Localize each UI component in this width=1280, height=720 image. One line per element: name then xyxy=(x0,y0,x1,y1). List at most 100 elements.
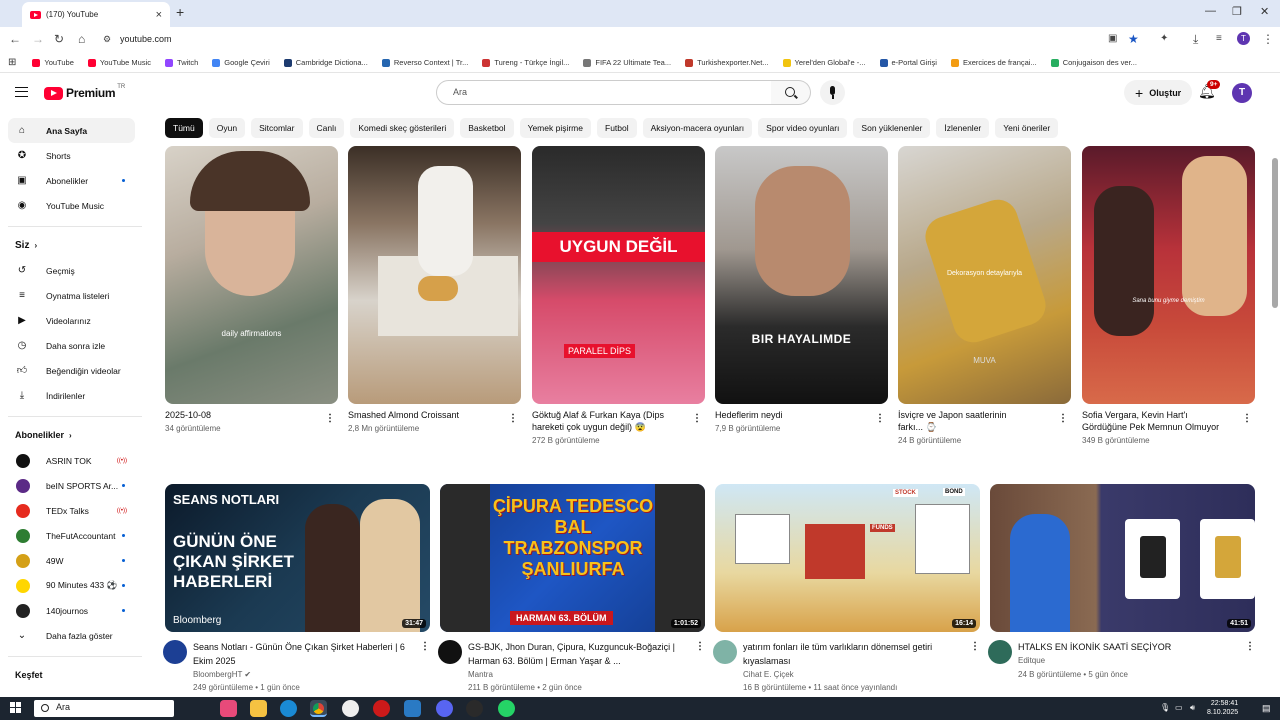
bookmark-item[interactable]: Cambridge Dictiona... xyxy=(283,58,368,67)
short-title[interactable]: Hedeflerim neydi xyxy=(715,409,880,421)
bookmark-star-icon[interactable]: ★ xyxy=(1128,32,1139,46)
bookmark-item[interactable]: Yerel'den Global'e -... xyxy=(782,58,866,67)
sidebar-item[interactable]: ▣ Abonelikler xyxy=(8,168,135,193)
sidebar-item[interactable]: ↺ Geçmiş xyxy=(8,258,135,283)
voice-search-icon[interactable] xyxy=(820,80,845,105)
channel-name[interactable]: BloombergHT ✔ xyxy=(193,670,251,679)
channel-name[interactable]: Editque xyxy=(1018,656,1045,665)
sidebar-item[interactable]: ⌂ Ana Sayfa xyxy=(8,118,135,143)
windows-start-icon[interactable] xyxy=(10,702,21,713)
filter-chip[interactable]: Tümü xyxy=(165,118,203,138)
short-title-line-2[interactable]: hareketi çok uygun değil) 😨 xyxy=(532,421,697,433)
video-thumbnail-3[interactable]: STOCK BOND FUNDS 16:14 xyxy=(715,484,980,632)
bookmark-item[interactable]: Conjugaison des ver... xyxy=(1050,58,1137,67)
video-title[interactable]: Seans Notları - Günün Öne Çıkan Şirket H… xyxy=(193,640,415,668)
filter-chip[interactable]: Aksiyon-macera oyunları xyxy=(642,118,753,138)
filter-chip[interactable]: Sitcomlar xyxy=(251,118,303,138)
more-actions-icon[interactable]: ⋮ xyxy=(970,641,980,652)
channel-name[interactable]: Cihat E. Çiçek xyxy=(743,670,794,679)
channel-avatar[interactable] xyxy=(988,640,1012,664)
video-title[interactable]: HTALKS EN İKONİK SAATİ SEÇİYOR xyxy=(1018,640,1240,654)
filter-chip[interactable]: Spor video oyunları xyxy=(758,118,848,138)
site-settings-icon[interactable]: ⚙ xyxy=(103,34,111,45)
more-actions-icon[interactable]: ⋮ xyxy=(1058,413,1068,424)
sidebar-item[interactable]: 90 Minutes 433 ⚽ xyxy=(8,573,135,598)
sidebar-item[interactable]: 140journos xyxy=(8,598,135,623)
microphone-tray-icon[interactable]: 🎙︎ xyxy=(1160,703,1170,712)
bookmark-item[interactable]: Exercices de françai... xyxy=(950,58,1037,67)
sidebar-item[interactable]: 49W xyxy=(8,548,135,573)
extensions-icon[interactable]: ✦ xyxy=(1160,33,1168,44)
taskbar-search[interactable]: Ara xyxy=(34,700,174,717)
search-button[interactable] xyxy=(771,80,811,105)
show-more-button[interactable]: ⌄ Daha fazla göster xyxy=(8,623,135,648)
bookmark-item[interactable]: Twitch xyxy=(165,58,198,67)
short-title[interactable]: Göktuğ Alaf & Furkan Kaya (Dips xyxy=(532,409,697,421)
new-tab-button[interactable]: + xyxy=(176,4,184,20)
account-avatar[interactable]: T xyxy=(1232,83,1252,103)
more-actions-icon[interactable]: ⋮ xyxy=(508,413,518,424)
filter-chip[interactable]: Canlı xyxy=(308,118,345,138)
sidebar-you-heading[interactable]: Siz › xyxy=(15,240,37,251)
discord-icon[interactable] xyxy=(436,700,453,717)
install-app-icon[interactable]: ▣ xyxy=(1108,33,1117,44)
apps-grid-icon[interactable]: ⊞ xyxy=(8,57,16,68)
network-tray-icon[interactable]: ▭ xyxy=(1175,703,1183,712)
sidebar-item[interactable]: ⤓ İndirilenler xyxy=(8,383,135,408)
filter-chip[interactable]: Yeni öneriler xyxy=(995,118,1059,138)
bookmark-item[interactable]: YouTube xyxy=(32,58,74,67)
filter-chip[interactable]: Futbol xyxy=(597,118,637,138)
video-title[interactable]: GS-BJK, Jhon Duran, Çipura, Kuzguncuk-Bo… xyxy=(468,640,690,668)
more-actions-icon[interactable]: ⋮ xyxy=(325,413,335,424)
close-window-icon[interactable]: ✕ xyxy=(1260,5,1269,18)
sidebar-subscriptions-heading[interactable]: Abonelikler › xyxy=(15,430,72,440)
short-thumbnail-4[interactable]: BIR HAYALIMDE xyxy=(715,146,888,404)
channel-avatar[interactable] xyxy=(438,640,462,664)
bookmark-item[interactable]: Tureng - Türkçe İngil... xyxy=(482,58,569,67)
file-explorer-icon[interactable] xyxy=(250,700,267,717)
reload-icon[interactable]: ↻ xyxy=(54,32,64,46)
bookmark-item[interactable]: YouTube Music xyxy=(87,58,151,67)
notification-center-icon[interactable]: ▤ xyxy=(1262,703,1271,714)
sidebar-item[interactable]: ✪ Shorts xyxy=(8,143,135,168)
sidebar-item[interactable]: ◷ Daha sonra izle xyxy=(8,333,135,358)
more-actions-icon[interactable]: ⋮ xyxy=(1245,641,1255,652)
sidebar-item[interactable]: ◉ YouTube Music xyxy=(8,193,135,218)
short-title[interactable]: Smashed Almond Croissant xyxy=(348,409,513,421)
taskbar-app-icon[interactable] xyxy=(466,700,483,717)
sidebar-item[interactable]: ▶ Videolarınız xyxy=(8,308,135,333)
more-actions-icon[interactable]: ⋮ xyxy=(695,641,705,652)
sidebar-item[interactable]: ASRIN TOK ((•)) xyxy=(8,448,135,473)
address-bar[interactable]: youtube.com xyxy=(120,34,172,44)
short-thumbnail-2[interactable] xyxy=(348,146,521,404)
back-icon[interactable]: ← xyxy=(9,32,21,46)
forward-icon[interactable]: → xyxy=(32,32,44,46)
filter-chip[interactable]: Oyun xyxy=(208,118,246,138)
channel-name[interactable]: Mantra xyxy=(468,670,493,679)
opera-icon[interactable] xyxy=(373,700,390,717)
yandex-icon[interactable] xyxy=(342,700,359,717)
browser-tab[interactable]: (170) YouTube × xyxy=(22,2,170,27)
video-title[interactable]: yatırım fonları ile tüm varlıkların döne… xyxy=(743,640,965,668)
page-scrollbar[interactable] xyxy=(1270,73,1280,693)
whatsapp-icon[interactable] xyxy=(498,700,515,717)
media-controls-icon[interactable]: ≡ xyxy=(1216,33,1222,44)
short-thumbnail-3[interactable]: UYGUN DEĞİL PARALEL DİPS xyxy=(532,146,705,404)
youtube-premium-logo[interactable]: Premium TR xyxy=(44,84,125,100)
volume-tray-icon[interactable]: 🔊︎ xyxy=(1190,703,1195,713)
search-input[interactable]: Ara xyxy=(436,80,772,105)
sidebar-item[interactable]: 👍︎ Beğendiğin videolar xyxy=(8,358,135,383)
short-title[interactable]: Sofia Vergara, Kevin Hart'ı xyxy=(1082,409,1247,421)
scrollbar-thumb[interactable] xyxy=(1272,158,1278,308)
taskbar-app-icon[interactable] xyxy=(220,700,237,717)
bookmark-item[interactable]: Reverso Context | Tr... xyxy=(381,58,468,67)
video-thumbnail-1[interactable]: SEANS NOTLARI GÜNÜN ÖNE ÇIKAN ŞİRKET HAB… xyxy=(165,484,430,632)
sidebar-item[interactable]: ≡ Oynatma listeleri xyxy=(8,283,135,308)
more-actions-icon[interactable]: ⋮ xyxy=(875,413,885,424)
sidebar-item[interactable]: TEDx Talks ((•)) xyxy=(8,498,135,523)
menu-dots-icon[interactable]: ⋮ xyxy=(1262,32,1274,46)
short-thumbnail-5[interactable]: Dekorasyon detaylarıyla MUVA xyxy=(898,146,1071,404)
filter-chip[interactable]: Komedi skeç gösterileri xyxy=(350,118,455,138)
short-thumbnail-1[interactable]: daily affirmations xyxy=(165,146,338,404)
tab-close-button[interactable]: × xyxy=(156,9,162,21)
